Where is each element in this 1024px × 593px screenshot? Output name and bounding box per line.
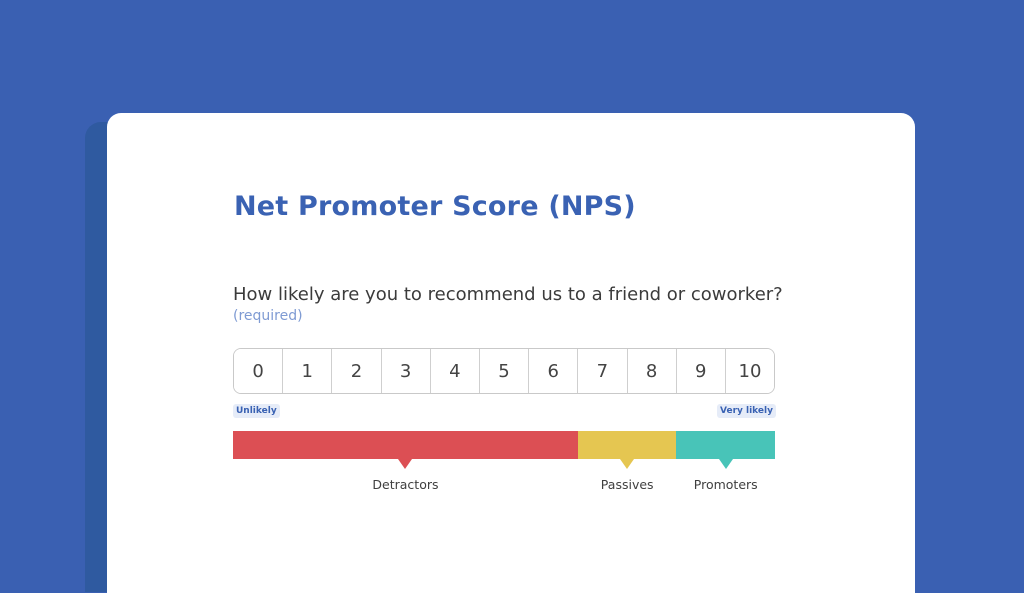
nps-scale: 0 1 2 3 4 5 6 7 8 9 10 (233, 348, 775, 394)
segment-detractors (233, 431, 578, 469)
segment-passives (577, 431, 677, 469)
scale-option-8[interactable]: 8 (626, 349, 676, 393)
label-passives: Passives (600, 477, 654, 492)
scale-option-0[interactable]: 0 (234, 349, 283, 393)
segment-promoters (676, 431, 775, 469)
high-anchor-label: Very likely (717, 404, 776, 418)
scale-option-3[interactable]: 3 (380, 349, 430, 393)
label-detractors: Detractors (372, 477, 439, 492)
pointer-icon (718, 459, 733, 469)
category-bar (233, 431, 775, 469)
page-title: Net Promoter Score (NPS) (234, 191, 636, 222)
scale-option-10[interactable]: 10 (724, 349, 774, 393)
pointer-icon (398, 459, 413, 469)
question-text: How likely are you to recommend us to a … (233, 284, 783, 305)
label-promoters: Promoters (693, 477, 758, 492)
pointer-icon (620, 459, 635, 469)
scale-option-1[interactable]: 1 (282, 349, 332, 393)
scale-option-4[interactable]: 4 (429, 349, 479, 393)
low-anchor-label: Unlikely (233, 404, 280, 418)
required-label: (required) (233, 308, 303, 324)
scale-option-2[interactable]: 2 (331, 349, 381, 393)
scale-option-9[interactable]: 9 (675, 349, 725, 393)
scale-option-6[interactable]: 6 (528, 349, 578, 393)
scale-option-7[interactable]: 7 (577, 349, 627, 393)
survey-card: Net Promoter Score (NPS) How likely are … (107, 113, 915, 593)
scale-option-5[interactable]: 5 (478, 349, 529, 393)
